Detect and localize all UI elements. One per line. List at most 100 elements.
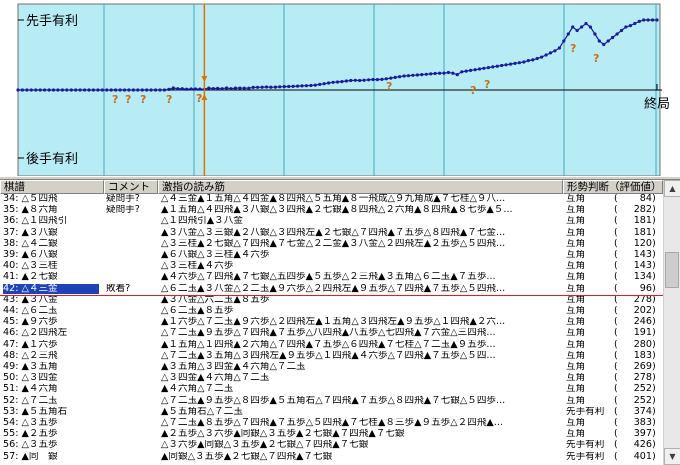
- evaluation-point: [43, 88, 47, 92]
- evaluation-point: [149, 88, 153, 92]
- list-item[interactable]: 47: ▲１六歩 ▲１五角△１四飛▲２六角△７四飛▲７五歩△６四飛▲７七桂△７二玉…: [0, 340, 663, 351]
- questionable-move-icon: ?: [125, 93, 131, 106]
- evaluation-point: [353, 78, 357, 82]
- list-item[interactable]: 56: △３五歩 △３六歩▲同銀△３五歩▲２七銀△７四飛▲７七銀 先手有利(426): [0, 440, 663, 451]
- paren-close: ): [652, 440, 656, 451]
- line-cell: ▲３八金△３三銀▲２八銀△３四飛左▲２七銀△７四飛▲７五歩△８四飛▲７七金...: [161, 227, 506, 238]
- list-item[interactable]: 48: △２三飛 △７二玉▲３五角△３四飛左▲９五歩△１四飛▲４六歩△７四飛▲７五…: [0, 351, 663, 362]
- evaluation-point: [131, 88, 135, 92]
- list-item[interactable]: 39: ▲６八銀 ▲６八銀△３三桂▲４六歩 互角(143): [0, 250, 663, 261]
- evaluation-point: [393, 75, 397, 79]
- list-item[interactable]: 41: ▲２七銀 ▲４六歩△７四飛▲７七銀△五四歩▲５五歩△２三飛▲３五角△６二玉…: [0, 272, 663, 283]
- eval-cell: 互角: [566, 418, 586, 428]
- column-header-eval[interactable]: 形勢判断（評価値）: [563, 180, 663, 194]
- evaluation-point: [242, 86, 246, 90]
- evaluation-point: [154, 88, 158, 92]
- list-item[interactable]: 57: ▲同 銀 ▲同銀△３五歩▲２七銀△７四飛▲７七銀 先手有利(401): [0, 452, 663, 463]
- paren-close: ): [652, 339, 656, 350]
- score-cell: 280: [633, 339, 652, 350]
- move-cell: 49: ▲３五角: [3, 362, 58, 372]
- list-item[interactable]: 55: ▲２五歩 ▲２五歩△３六歩▲同銀△３五歩▲２七銀▲７四飛▲７七銀 互角(39…: [0, 429, 663, 440]
- evaluation-point: [180, 87, 184, 91]
- score-cell: 96: [639, 283, 652, 294]
- evaluation-point: [522, 60, 526, 64]
- list-item[interactable]: 44: △６二玉 △６二玉▲８五歩 互角(202): [0, 306, 663, 317]
- evaluation-point: [291, 84, 295, 88]
- evaluation-point: [193, 87, 198, 91]
- evaluation-point: [260, 85, 264, 89]
- evaluation-point: [309, 83, 313, 88]
- move-cell: 46: △２四飛左: [3, 328, 68, 339]
- list-item[interactable]: 46: △２四飛左 △７二玉▲９五歩△７四飛▲７五歩△八四飛▲八五歩△七四飛▲７六…: [0, 328, 663, 339]
- evaluation-point: [25, 88, 29, 92]
- scrollbar-thumb[interactable]: [665, 252, 679, 288]
- paren-close: ): [652, 216, 656, 227]
- evaluation-point: [464, 69, 468, 73]
- evaluation-point: [367, 78, 371, 82]
- evaluation-point: [229, 87, 233, 91]
- evaluation-point: [304, 84, 308, 88]
- column-header-line[interactable]: 激指の読み筋: [158, 180, 563, 194]
- evaluation-point: [176, 87, 180, 91]
- list-item[interactable]: 54: △３五歩 △７二玉▲８五歩△７四飛▲７五歩△５四飛▲７七桂▲８三歩▲９五歩…: [0, 418, 663, 429]
- evaluation-point: [624, 25, 628, 29]
- paren-close: ): [652, 328, 656, 339]
- evaluation-point: [38, 88, 42, 92]
- line-cell: ▲１五角△４四飛▲３八銀△３四飛▲２七銀▲８四飛△２六角▲８四飛▲８七歩▲５..…: [161, 205, 513, 216]
- evaluation-point: [349, 78, 353, 83]
- list-item[interactable]: 34: △５四飛 疑問手? △４三金▲１五角△４四金▲８四飛△５五角▲８一飛成△９九…: [0, 194, 663, 205]
- move-cell: 47: ▲１六歩: [3, 339, 58, 350]
- list-item[interactable]: 51: ▲４六角 ▲４六角△７二玉 互角(252): [0, 384, 663, 395]
- move-cell: 54: △３五歩: [3, 418, 58, 428]
- list-item[interactable]: 52: △７二玉 △７二玉▲９五歩△８四歩▲５五角右△７四飛▲７五歩△８四飛▲７七…: [0, 396, 663, 407]
- scroll-down-icon[interactable]: ▼: [664, 448, 680, 465]
- line-cell: △７二玉▲８五歩△７四飛▲７五歩△５四飛▲７七桂▲８三歩▲９五歩△２四飛▲...: [161, 418, 503, 428]
- list-item[interactable]: 36: △１四飛引 △１四飛引▲３八金 互角(181): [0, 216, 663, 227]
- move-list[interactable]: 棋譜 コメント 激指の読み筋 形勢判断（評価値） 34: △５四飛 疑問手? △４三…: [0, 180, 680, 465]
- evaluation-point: [300, 84, 304, 88]
- score-cell: 278: [633, 373, 652, 384]
- evaluation-point: [78, 88, 82, 92]
- questionable-move-icon: ?: [484, 78, 490, 91]
- evaluation-point: [171, 86, 175, 90]
- move-cell: 36: △１四飛引: [3, 216, 68, 227]
- eval-cell: 互角: [566, 429, 586, 440]
- evaluation-point: [287, 84, 291, 89]
- evaluation-point: [504, 63, 508, 67]
- list-item[interactable]: 35: ▲８六角 疑問手? ▲１五角△４四飛▲３八銀△３四飛▲２七銀▲８四飛△２六角…: [0, 205, 663, 216]
- evaluation-point: [566, 32, 570, 36]
- questionable-move-icon: ?: [166, 93, 172, 106]
- list-item[interactable]: 50: △３四金 △３四金▲４六角△７二玉 互角(278): [0, 373, 663, 384]
- column-header-move[interactable]: 棋譜: [0, 180, 104, 194]
- move-cell: 41: ▲２七銀: [3, 272, 58, 283]
- evaluation-point: [69, 88, 73, 92]
- line-cell: ▲１六歩△７二玉▲９六歩△２四飛左▲１五角△３四飛左▲９五歩△１四飛▲２六...: [161, 317, 506, 328]
- evaluation-point: [402, 74, 406, 78]
- line-cell: △３四金▲４六角△７二玉: [161, 373, 270, 384]
- paren-close: ): [652, 194, 656, 204]
- evaluation-graph[interactable]: 先手有利 後手有利 終局??????????: [0, 0, 680, 180]
- list-item[interactable]: 38: △４二銀 △３三桂▲２七銀△７四飛▲７七金△２二金▲３八金△２四飛左▲２五…: [0, 239, 663, 250]
- evaluation-point: [109, 88, 113, 92]
- list-item[interactable]: 37: ▲３八銀 ▲３八金△３三銀▲２八銀△３四飛左▲２七銀△７四飛▲７五歩△８四…: [0, 228, 663, 239]
- list-item[interactable]: 45: ▲９六歩 ▲１六歩△７二玉▲９六歩△２四飛左▲１五角△３四飛左▲９五歩△１…: [0, 317, 663, 328]
- list-item[interactable]: 42: △４三金 敗着? △６二玉▲３八金△２二玉▲９六歩△２四飛左▲９五歩△７四飛…: [0, 283, 663, 295]
- paren-close: ): [652, 238, 656, 249]
- evaluation-point: [162, 88, 166, 92]
- evaluation-point: [628, 24, 633, 28]
- evaluation-point: [451, 71, 455, 75]
- vertical-scrollbar[interactable]: ▲ ▼: [663, 180, 680, 465]
- move-cell: 34: △５四飛: [3, 194, 58, 204]
- line-cell: ▲１五角△１四飛▲２六角△７四飛▲７五歩△６四飛▲７七桂△７二玉▲９五歩...: [161, 339, 496, 350]
- evaluation-point: [140, 88, 144, 92]
- evaluation-graph-canvas[interactable]: 先手有利後手有利 終局??????????: [0, 0, 680, 180]
- list-item[interactable]: 43: ▲３八金 ▲３八金△六二玉▲８五歩 互角(278): [0, 295, 663, 306]
- list-item[interactable]: 53: ▲５五角右 ▲５五角右△７二玉 先手有利(374): [0, 407, 663, 418]
- column-header-comment[interactable]: コメント: [104, 180, 158, 194]
- scroll-up-icon[interactable]: ▲: [664, 180, 680, 197]
- list-item[interactable]: 49: ▲３五角 ▲３五角△３四金▲４六角△７二玉 互角(269): [0, 362, 663, 373]
- line-cell: △７二玉▲３五角△３四飛左▲９五歩△１四飛▲４六歩△７四飛▲７五歩△５四...: [161, 350, 496, 361]
- evaluation-point: [548, 51, 553, 55]
- evaluation-point: [327, 81, 331, 85]
- list-item[interactable]: 40: △３三桂 △３三桂▲４六歩 互角(143): [0, 261, 663, 272]
